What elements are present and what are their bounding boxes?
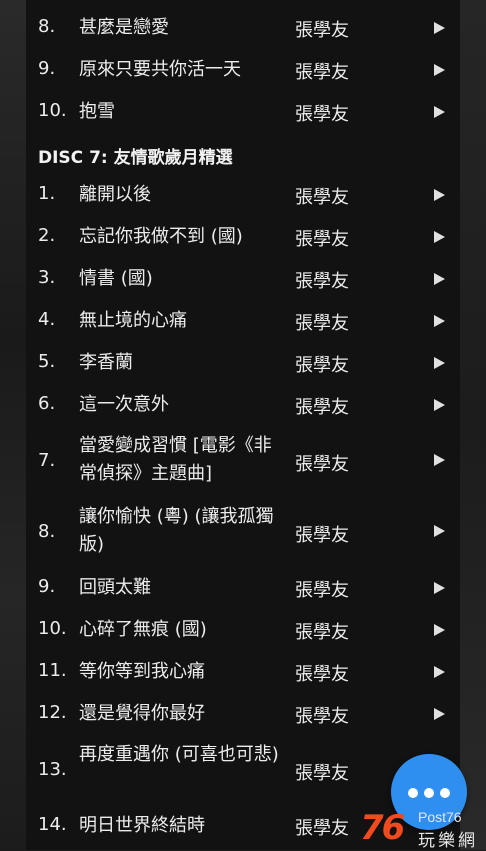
track-artist: 張學友 xyxy=(295,706,349,727)
background-right xyxy=(460,0,486,850)
track-number: 7. xyxy=(38,450,56,471)
track-artist: 張學友 xyxy=(295,664,349,685)
track-row[interactable]: 10. 心碎了無痕 (國) 張學友 xyxy=(26,616,460,646)
track-number: 13. xyxy=(38,759,67,780)
track-number: 9. xyxy=(38,576,56,597)
track-number: 6. xyxy=(38,393,56,414)
play-icon[interactable] xyxy=(434,454,445,466)
play-icon[interactable] xyxy=(434,273,445,285)
track-title: 再度重遇你 (可喜也可悲) xyxy=(79,744,279,765)
track-row[interactable]: 7. 當愛變成習慣 [電影《非常偵探》主題曲] 張學友 xyxy=(26,432,460,490)
track-artist: 張學友 xyxy=(295,454,349,475)
track-row[interactable]: 4. 無止境的心痛 張學友 xyxy=(26,307,460,337)
track-row[interactable]: 10. 抱雪 張學友 xyxy=(26,98,460,128)
post76-logo: 76 Post76 玩樂網 xyxy=(358,808,484,851)
play-icon[interactable] xyxy=(434,708,445,720)
track-row[interactable]: 8. 讓你愉快 (粵) (讓我孤獨版) 張學友 xyxy=(26,503,460,561)
play-icon[interactable] xyxy=(434,189,445,201)
logo-post-text: Post76 xyxy=(418,809,462,825)
track-row[interactable]: 11. 等你等到我心痛 張學友 xyxy=(26,658,460,688)
track-title: 原來只要共你活一天 xyxy=(79,59,241,80)
track-row[interactable]: 6. 這一次意外 張學友 xyxy=(26,391,460,421)
track-row[interactable]: 9. 原來只要共你活一天 張學友 xyxy=(26,56,460,86)
track-artist: 張學友 xyxy=(295,313,349,334)
track-number: 12. xyxy=(38,702,67,723)
track-row[interactable]: 3. 情書 (國) 張學友 xyxy=(26,265,460,295)
track-title: 明日世界終結時 xyxy=(79,815,205,836)
track-artist: 張學友 xyxy=(295,271,349,292)
play-icon[interactable] xyxy=(434,315,445,327)
track-artist: 張學友 xyxy=(295,62,349,83)
play-icon[interactable] xyxy=(434,624,445,636)
track-artist: 張學友 xyxy=(295,622,349,643)
logo-number: 76 xyxy=(360,808,405,848)
track-artist: 張學友 xyxy=(295,818,349,839)
play-icon[interactable] xyxy=(434,357,445,369)
track-number: 3. xyxy=(38,267,56,288)
track-title: 忘記你我做不到 (國) xyxy=(79,226,243,247)
track-title: 當愛變成習慣 [電影《非常偵探》主題曲] xyxy=(79,435,272,484)
track-title: 甚麼是戀愛 xyxy=(79,17,169,38)
track-title: 還是覺得你最好 xyxy=(79,703,205,724)
track-title: 心碎了無痕 (國) xyxy=(79,619,207,640)
play-icon[interactable] xyxy=(434,525,445,537)
track-artist: 張學友 xyxy=(295,763,349,784)
track-number: 8. xyxy=(38,16,56,37)
track-number: 4. xyxy=(38,309,56,330)
track-row[interactable]: 2. 忘記你我做不到 (國) 張學友 xyxy=(26,223,460,253)
disc-header: DISC 7: 友情歌歲月精選 xyxy=(38,148,233,168)
track-number: 14. xyxy=(38,814,67,835)
play-icon[interactable] xyxy=(434,666,445,678)
track-title: 情書 (國) xyxy=(79,268,153,289)
track-title: 讓你愉快 (粵) (讓我孤獨版) xyxy=(79,506,274,555)
track-number: 11. xyxy=(38,660,67,681)
play-icon[interactable] xyxy=(434,106,445,118)
play-icon[interactable] xyxy=(434,64,445,76)
track-number: 2. xyxy=(38,225,56,246)
track-title: 離開以後 xyxy=(79,184,151,205)
play-icon[interactable] xyxy=(434,22,445,34)
background-left xyxy=(0,0,26,850)
track-number: 5. xyxy=(38,351,56,372)
track-number: 1. xyxy=(38,183,56,204)
track-number: 10. xyxy=(38,618,67,639)
track-title: 無止境的心痛 xyxy=(79,310,187,331)
track-row[interactable]: 12. 還是覺得你最好 張學友 xyxy=(26,700,460,730)
track-number: 9. xyxy=(38,58,56,79)
track-title: 抱雪 xyxy=(79,101,115,122)
track-row[interactable]: 8. 甚麼是戀愛 張學友 xyxy=(26,14,460,44)
track-artist: 張學友 xyxy=(295,20,349,41)
track-artist: 張學友 xyxy=(295,104,349,125)
track-title: 李香蘭 xyxy=(79,352,133,373)
track-artist: 張學友 xyxy=(295,525,349,546)
track-number: 8. xyxy=(38,521,56,542)
play-icon[interactable] xyxy=(434,582,445,594)
track-artist: 張學友 xyxy=(295,580,349,601)
track-row[interactable]: 1. 離開以後 張學友 xyxy=(26,181,460,211)
track-title: 回頭太難 xyxy=(79,577,151,598)
track-title: 等你等到我心痛 xyxy=(79,661,205,682)
track-artist: 張學友 xyxy=(295,397,349,418)
play-icon[interactable] xyxy=(434,399,445,411)
track-title: 這一次意外 xyxy=(79,394,169,415)
track-artist: 張學友 xyxy=(295,355,349,376)
track-number: 10. xyxy=(38,100,67,121)
track-artist: 張學友 xyxy=(295,187,349,208)
track-row[interactable]: 5. 李香蘭 張學友 xyxy=(26,349,460,379)
track-row[interactable]: 9. 回頭太難 張學友 xyxy=(26,574,460,604)
play-icon[interactable] xyxy=(434,231,445,243)
track-artist: 張學友 xyxy=(295,229,349,250)
logo-chinese-text: 玩樂網 xyxy=(418,831,478,851)
